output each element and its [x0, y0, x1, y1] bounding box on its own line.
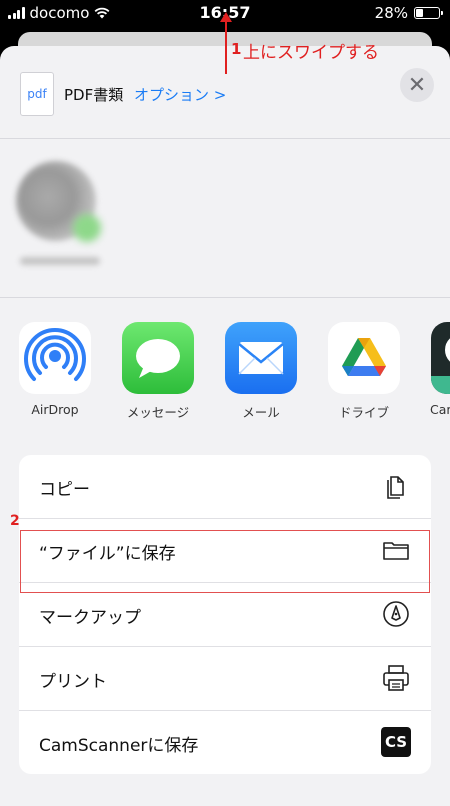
app-label: メッセージ [126, 405, 190, 420]
camscanner-icon [431, 322, 450, 394]
action-label: コピー [39, 480, 90, 500]
app-airdrop[interactable]: AirDrop [14, 322, 96, 417]
app-label: AirDrop [31, 402, 79, 417]
battery-percent: 28% [374, 4, 408, 22]
actions-list: コピー “ファイル”に保存 マークアップ プリント CamScannerに保存 … [19, 455, 431, 774]
messages-icon [122, 322, 194, 394]
options-link[interactable]: オプション > [134, 84, 226, 105]
action-save-to-camscanner[interactable]: CamScannerに保存 CS [19, 711, 431, 774]
action-copy[interactable]: コピー [19, 455, 431, 519]
action-label: CamScannerに保存 [39, 736, 199, 756]
app-messages[interactable]: メッセージ [117, 322, 199, 421]
copy-icon [387, 476, 404, 499]
step-1-number: 1 [231, 40, 242, 58]
document-name: PDF書類 [64, 86, 124, 104]
step-1-instruction: 上にスワイプする [243, 43, 379, 63]
apps-row: AirDrop メッセージ メール ドライブ Ca [0, 298, 450, 448]
pdf-file-icon: pdf [20, 72, 54, 116]
contact-suggestions-row [0, 139, 450, 296]
action-print[interactable]: プリント [19, 647, 431, 711]
contact-name-blurred [20, 257, 100, 265]
close-button[interactable]: ✕ [400, 68, 434, 102]
close-icon: ✕ [407, 72, 427, 98]
swipe-arrow [225, 14, 227, 74]
app-label: Cam [430, 402, 450, 417]
share-sheet: pdf PDF書類 オプション > ✕ AirDrop メッセージ メール ドラ… [0, 46, 450, 806]
step-2-highlight [20, 530, 430, 593]
camscanner-logo-icon: CS [381, 727, 411, 757]
app-google-drive[interactable]: ドライブ [323, 322, 405, 421]
mail-icon [225, 322, 297, 394]
status-right: 28% [374, 4, 443, 22]
action-label: プリント [39, 672, 107, 692]
app-mail[interactable]: メール [220, 322, 302, 421]
swipe-arrow-head-icon [220, 12, 232, 22]
battery-icon [414, 7, 443, 19]
markup-icon [383, 601, 409, 627]
app-label: ドライブ [338, 405, 389, 420]
action-label: マークアップ [39, 608, 141, 628]
airdrop-icon [19, 322, 91, 394]
contact-app-badge-icon [73, 214, 101, 242]
google-drive-icon [328, 322, 400, 394]
step-2-number: 2 [10, 513, 20, 529]
printer-icon [383, 665, 409, 691]
app-camscanner[interactable]: Cam [426, 322, 450, 417]
app-label: メール [242, 405, 280, 420]
